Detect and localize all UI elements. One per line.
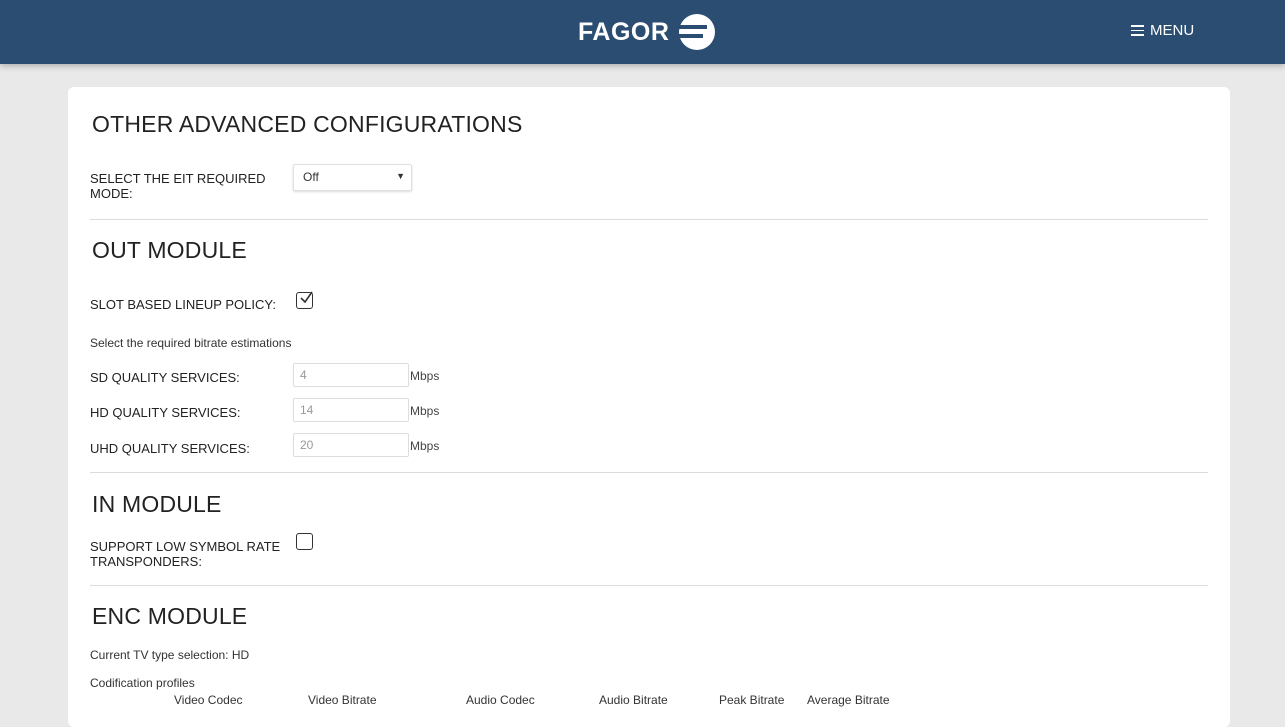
uhd-quality-unit: Mbps bbox=[410, 439, 440, 453]
tv-type-selection: Current TV type selection: HD bbox=[90, 648, 250, 662]
eit-mode-value: Off bbox=[303, 170, 319, 184]
bitrate-hint: Select the required bitrate estimations bbox=[90, 336, 292, 350]
hd-quality-label: HD QUALITY SERVICES: bbox=[90, 405, 241, 420]
low-symbol-rate-label: SUPPORT LOW SYMBOL RATE TRANSPONDERS: bbox=[90, 539, 280, 569]
slot-lineup-checkbox[interactable] bbox=[296, 291, 313, 309]
fagor-logo-icon bbox=[677, 14, 716, 50]
column-header-video-bitrate: Video Bitrate bbox=[308, 693, 377, 707]
slot-lineup-label: SLOT BASED LINEUP POLICY: bbox=[90, 297, 276, 312]
column-header-average-bitrate: Average Bitrate bbox=[807, 693, 890, 707]
uhd-quality-input[interactable] bbox=[293, 433, 409, 457]
sd-quality-unit: Mbps bbox=[410, 369, 440, 383]
section-title-in-module: IN MODULE bbox=[92, 491, 222, 517]
eit-mode-label: SELECT THE EIT REQUIRED MODE: bbox=[90, 171, 266, 201]
divider bbox=[90, 472, 1208, 473]
caret-down-icon: ▼ bbox=[396, 171, 405, 181]
logo-text: FAGOR bbox=[578, 17, 670, 46]
column-header-video-codec: Video Codec bbox=[174, 693, 243, 707]
section-title-advanced: OTHER ADVANCED CONFIGURATIONS bbox=[92, 111, 523, 137]
divider bbox=[90, 585, 1208, 586]
section-title-enc-module: ENC MODULE bbox=[92, 603, 248, 629]
low-symbol-rate-checkbox[interactable] bbox=[296, 533, 313, 550]
low-symbol-rate-label-line1: SUPPORT LOW SYMBOL RATE bbox=[90, 539, 281, 554]
sd-quality-label: SD QUALITY SERVICES: bbox=[90, 370, 240, 385]
sd-quality-input[interactable] bbox=[293, 363, 409, 387]
codification-profiles-label: Codification profiles bbox=[90, 676, 195, 690]
eit-mode-select[interactable]: Off ▼ bbox=[293, 164, 412, 191]
hamburger-icon bbox=[1131, 25, 1144, 36]
low-symbol-rate-label-line2: TRANSPONDERS: bbox=[90, 554, 202, 569]
hd-quality-input[interactable] bbox=[293, 398, 409, 422]
menu-label: MENU bbox=[1150, 22, 1195, 39]
eit-mode-label-line1: SELECT THE EIT REQUIRED bbox=[90, 171, 266, 186]
settings-card: OTHER ADVANCED CONFIGURATIONS SELECT THE… bbox=[68, 87, 1230, 727]
hd-quality-unit: Mbps bbox=[410, 404, 440, 418]
uhd-quality-label: UHD QUALITY SERVICES: bbox=[90, 441, 250, 456]
column-header-audio-codec: Audio Codec bbox=[466, 693, 535, 707]
section-title-out-module: OUT MODULE bbox=[92, 237, 247, 263]
fagor-logo[interactable]: FAGOR bbox=[578, 10, 717, 54]
check-icon bbox=[300, 291, 313, 304]
menu-button[interactable]: MENU bbox=[1131, 22, 1194, 39]
top-navbar: FAGOR MENU bbox=[0, 0, 1285, 64]
column-header-audio-bitrate: Audio Bitrate bbox=[599, 693, 668, 707]
column-header-peak-bitrate: Peak Bitrate bbox=[719, 693, 785, 707]
divider bbox=[90, 219, 1208, 220]
eit-mode-label-line2: MODE: bbox=[90, 186, 133, 201]
